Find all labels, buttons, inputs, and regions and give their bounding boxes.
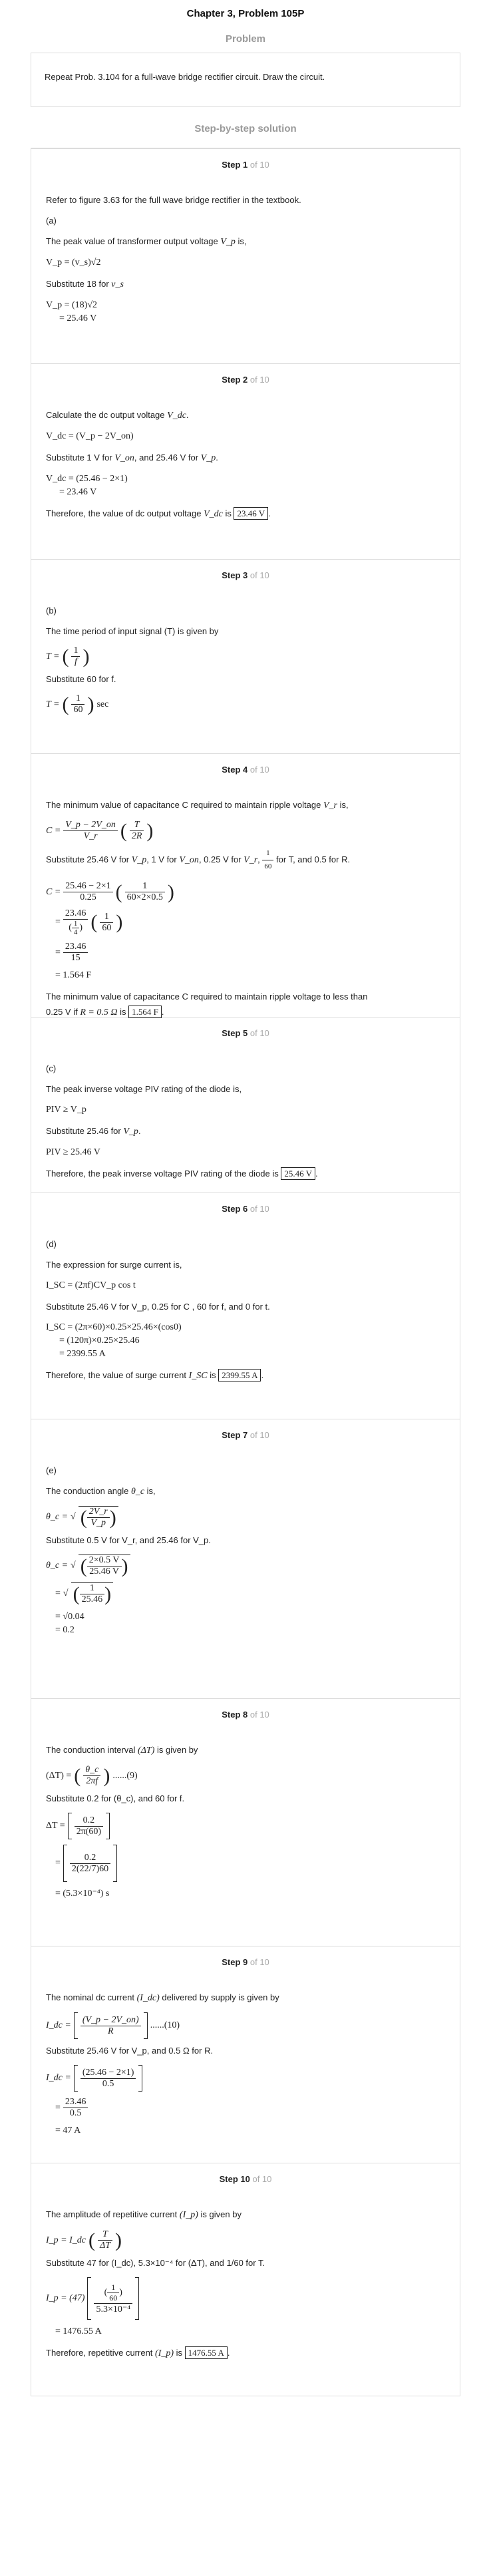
equation: = 23.46 15 xyxy=(46,942,445,964)
equation: θ_c = √ (2×0.5 V 25.46 V) xyxy=(46,1555,445,1577)
step-text: (d) xyxy=(46,1239,57,1249)
step-text: Substitute 0.2 for (θ_c), and 60 for f. xyxy=(46,1793,185,1803)
equation: I_p = (47) (1 60) 5.3×10⁻⁴ xyxy=(46,2277,445,2320)
step-4: Step 4 of 10 The minimum value of capaci… xyxy=(31,754,460,1018)
equation: = (5.3×10⁻⁴) s xyxy=(55,1889,110,1899)
step-9: Step 9 of 10 The nominal dc current (I_d… xyxy=(31,1946,460,2163)
step-text: The expression for surge current is, xyxy=(46,1260,182,1270)
equation: V_p = (18)√2 = 25.46 V xyxy=(46,300,98,323)
step-6: Step 6 of 10 (d) The expression for surg… xyxy=(31,1193,460,1419)
step-7: Step 7 of 10 (e) The conduction angle θ_… xyxy=(31,1419,460,1699)
step-text: Substitute 25.46 for V_p. xyxy=(46,1126,141,1137)
step-2: Step 2 of 10 Calculate the dc output vol… xyxy=(31,364,460,560)
step-text: Therefore, the value of surge current I_… xyxy=(46,1369,264,1381)
step-header: Step 1 of 10 xyxy=(222,160,269,170)
equation: = √ (1 25.46) xyxy=(46,1582,445,1605)
equation: PIV ≥ V_p xyxy=(46,1105,86,1115)
step-text: The conduction angle θ_c is, xyxy=(46,1486,156,1497)
step-text: The nominal dc current (I_dc) delivered … xyxy=(46,1992,279,2003)
step-text: The minimum value of capacitance C requi… xyxy=(46,800,349,811)
step-text: Substitute 25.46 V for V_p, and 0.5 Ω fo… xyxy=(46,2046,214,2056)
equation: = 47 A xyxy=(55,2125,81,2135)
equation: V_p = (v_s)√2 xyxy=(46,258,101,268)
answer-box: 1476.55 A xyxy=(184,2346,228,2359)
step-text: The time period of input signal (T) is g… xyxy=(46,626,219,636)
equation: T =( 1 60 ) sec xyxy=(46,693,109,715)
step-text: The minimum value of capacitance C requi… xyxy=(46,992,368,1002)
answer-box: 23.46 V xyxy=(234,507,269,520)
equation: I_p = I_dc( T ΔT ) xyxy=(46,2229,122,2251)
equation: V_dc = (25.46 − 2×1) = 23.46 V xyxy=(46,474,128,497)
step-1: Step 1 of 10 Refer to figure 3.63 for th… xyxy=(31,148,460,364)
equation: θ_c = √ (2V_r V_p) xyxy=(46,1506,445,1529)
step-text: Substitute 25.46 V for V_p, 1 V for V_on… xyxy=(46,847,445,873)
step-text: Calculate the dc output voltage V_dc. xyxy=(46,410,189,421)
equation: I_dc = (V_p − 2V_on) R ......(10) xyxy=(46,2012,445,2039)
step-text: 0.25 V if R = 0.5 Ω is 1.564 F. xyxy=(46,1006,164,1018)
equation: = 1476.55 A xyxy=(55,2326,102,2336)
step-text: (b) xyxy=(46,606,57,616)
problem-heading: Problem xyxy=(225,33,265,45)
equation: PIV ≥ 25.46 V xyxy=(46,1147,100,1157)
equation: I_dc = (25.46 − 2×1) 0.5 xyxy=(46,2065,445,2092)
step-text: Substitute 47 for (I_dc), 5.3×10⁻⁴ for (… xyxy=(46,2258,265,2268)
step-10: Step 10 of 10 The amplitude of repetitiv… xyxy=(31,2163,460,2396)
step-text: Therefore, the peak inverse voltage PIV … xyxy=(46,1167,318,1180)
step-text: The peak value of transformer output vol… xyxy=(46,236,247,247)
step-8: Step 8 of 10 The conduction interval (ΔT… xyxy=(31,1699,460,1946)
page-title: Chapter 3, Problem 105P xyxy=(186,8,305,19)
equation: I_SC = (2πf)CV_p cos t xyxy=(46,1280,136,1290)
step-header: Step 8 of 10 xyxy=(222,1710,269,1720)
equation: = 0.2 2(22/7)60 xyxy=(46,1845,445,1882)
step-text: The conduction interval (ΔT) is given by xyxy=(46,1745,198,1755)
step-header: Step 7 of 10 xyxy=(222,1430,269,1440)
step-text: (e) xyxy=(46,1465,57,1475)
step-header: Step 5 of 10 xyxy=(222,1028,269,1038)
equation: = 23.46(1 4) (1 60) xyxy=(55,908,123,936)
step-text: Refer to figure 3.63 for the full wave b… xyxy=(46,195,301,205)
step-text: (a) xyxy=(46,216,57,226)
step-text: Substitute 60 for f. xyxy=(46,674,116,684)
step-5: Step 5 of 10 (c) The peak inverse voltag… xyxy=(31,1017,460,1193)
step-3: Step 3 of 10 (b) The time period of inpu… xyxy=(31,560,460,754)
equation: = √0.04 = 0.2 xyxy=(55,1612,84,1635)
step-text: The peak inverse voltage PIV rating of t… xyxy=(46,1084,242,1094)
equation: C = V_p − 2V_on V_r (T 2R) xyxy=(46,819,154,842)
step-header: Step 4 of 10 xyxy=(222,765,269,775)
answer-box: 2399.55 A xyxy=(218,1369,261,1381)
answer-box: 1.564 F xyxy=(128,1006,162,1018)
step-text: (c) xyxy=(46,1063,57,1073)
step-header: Step 6 of 10 xyxy=(222,1204,269,1214)
answer-box: 25.46 V xyxy=(281,1167,316,1180)
equation: (ΔT) =( θ_c 2πf ) ......(9) xyxy=(46,1764,138,1787)
equation: C = 25.46 − 2×1 0.25 (1 60×2×0.5) xyxy=(46,880,174,903)
problem-box: Repeat Prob. 3.104 for a full-wave bridg… xyxy=(31,53,460,107)
step-text: Therefore, the value of dc output voltag… xyxy=(46,507,271,520)
step-header: Step 10 of 10 xyxy=(219,2174,272,2184)
step-text: Substitute 1 V for V_on, and 25.46 V for… xyxy=(46,453,218,463)
equation: V_dc = (V_p − 2V_on) xyxy=(46,431,134,441)
step-text: Substitute 25.46 V for V_p, 0.25 for C ,… xyxy=(46,1302,270,1312)
page: Chapter 3, Problem 105P Problem Repeat P… xyxy=(0,0,491,2410)
equation: ΔT = 0.2 2π(60) xyxy=(46,1813,445,1839)
step-header: Step 9 of 10 xyxy=(222,1957,269,1967)
equation: I_SC = (2π×60)×0.25×25.46×(cos0) = (120π)… xyxy=(46,1322,182,1359)
step-text: The amplitude of repetitive current (I_p… xyxy=(46,2209,242,2220)
step-text: Substitute 18 for v_s xyxy=(46,279,124,289)
step-text: Therefore, repetitive current (I_p) is 1… xyxy=(46,2346,230,2359)
step-header: Step 3 of 10 xyxy=(222,570,269,580)
problem-text: Repeat Prob. 3.104 for a full-wave bridg… xyxy=(45,72,325,82)
step-header: Step 2 of 10 xyxy=(222,375,269,385)
equation: = 23.46 0.5 xyxy=(46,2097,445,2119)
equation: T =( 1f ) xyxy=(46,645,90,667)
solution-heading: Step-by-step solution xyxy=(194,123,297,134)
steps-list: Step 1 of 10 Refer to figure 3.63 for th… xyxy=(31,148,460,2396)
equation: = 1.564 F xyxy=(55,970,92,980)
step-text: Substitute 0.5 V for V_r, and 25.46 for … xyxy=(46,1535,211,1545)
